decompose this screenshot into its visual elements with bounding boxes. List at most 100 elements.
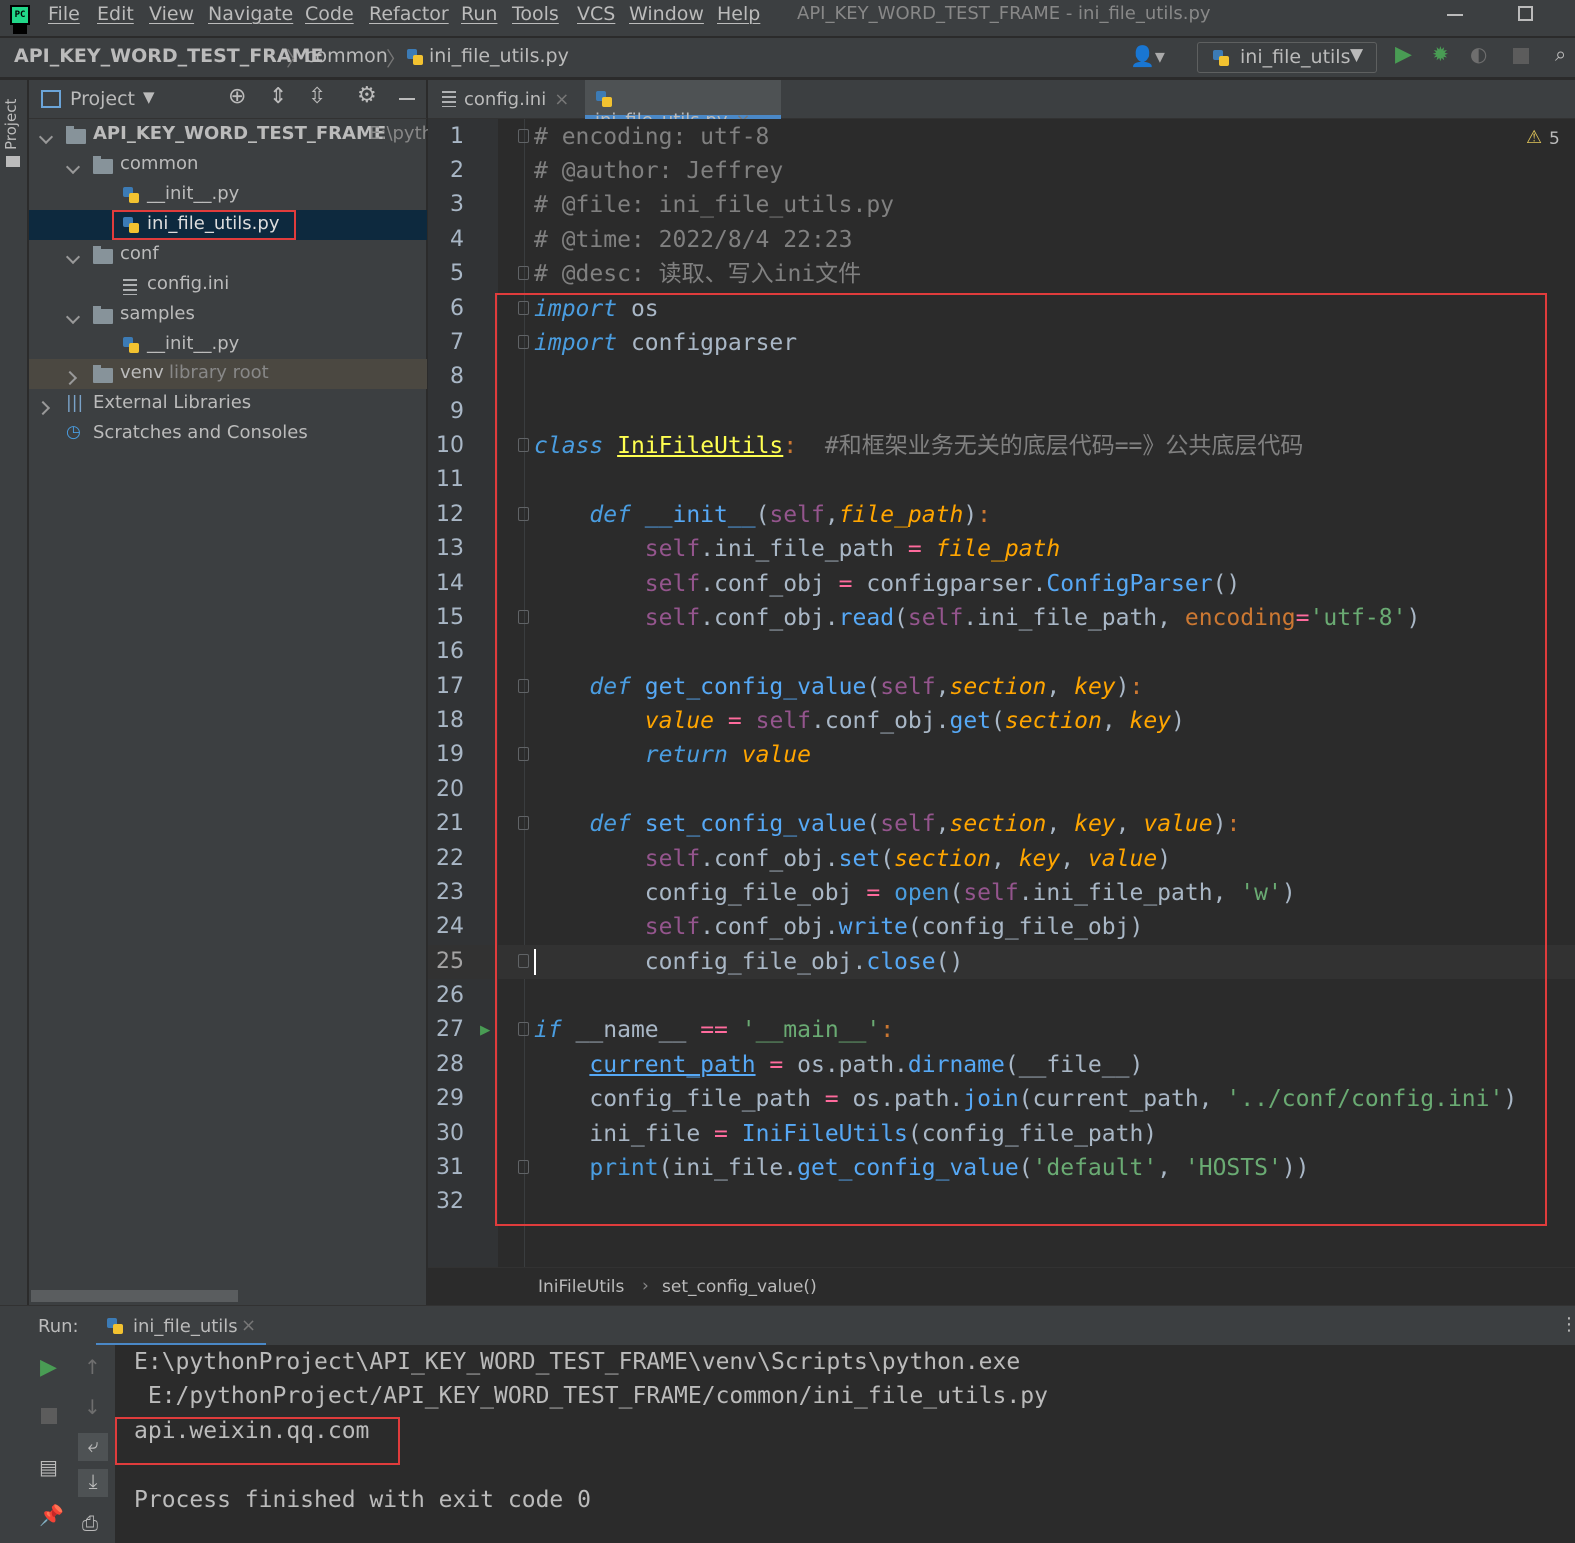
breadcrumb-separator: ›	[642, 1276, 649, 1296]
hide-panel-icon[interactable]	[399, 98, 415, 100]
run-configuration-select[interactable]: ini_file_utils ▼	[1197, 42, 1377, 73]
tree-item-label: External Libraries	[93, 392, 252, 413]
menu-help[interactable]: Help	[717, 3, 760, 25]
tree-item-scratches[interactable]: ◷ Scratches and Consoles	[29, 419, 427, 449]
python-icon	[1212, 49, 1230, 71]
code-line: 3 # @file: ini_file_utils.py	[450, 192, 895, 218]
tree-item-config-ini[interactable]: config.ini	[29, 270, 427, 300]
breadcrumb-project[interactable]: API_KEY_WORD_TEST_FRAME	[14, 45, 323, 67]
arrow-down-icon[interactable]: ↓	[84, 1395, 101, 1419]
run-panel-header: Run: ini_file_utils × ⋮	[0, 1305, 1575, 1346]
tree-item-label: __init__.py	[147, 183, 240, 204]
stop-icon[interactable]	[1513, 48, 1529, 64]
highlight-box	[112, 210, 296, 240]
run-tab-label: ini_file_utils	[133, 1316, 238, 1337]
editor-breadcrumb: IniFileUtils › set_config_value()	[428, 1267, 1575, 1305]
menu-tools[interactable]: Tools	[512, 3, 559, 25]
folder-icon	[66, 126, 86, 144]
run-gutter-icon[interactable]: ▶	[480, 1013, 490, 1047]
print-icon[interactable]: ⎙	[82, 1511, 98, 1535]
tree-item-label: Scratches and Consoles	[93, 422, 308, 443]
project-view-label[interactable]: Project	[70, 88, 135, 110]
folder-icon	[93, 365, 113, 383]
tab-label: config.ini	[464, 89, 547, 110]
run-label: Run:	[38, 1316, 79, 1337]
folder-icon	[6, 156, 20, 167]
close-icon[interactable]: ×	[554, 89, 569, 110]
code-line: 2 # @author: Jeffrey	[450, 158, 784, 184]
menu-navigate[interactable]: Navigate	[208, 3, 293, 25]
chevron-down-icon[interactable]: ▼	[143, 88, 155, 106]
maximize-button[interactable]	[1518, 6, 1533, 21]
coverage-icon[interactable]: ◐	[1470, 42, 1487, 66]
run-tab[interactable]: ini_file_utils ×	[96, 1306, 266, 1346]
chevron-down-icon	[65, 159, 81, 175]
tree-item-common[interactable]: common	[29, 150, 427, 180]
chevron-down-icon	[65, 309, 81, 325]
layout-icon[interactable]: ▤	[39, 1455, 58, 1479]
tab-config-ini[interactable]: config.ini ×	[432, 80, 580, 119]
breadcrumb-file[interactable]: ini_file_utils.py	[429, 45, 569, 67]
run-toolbar: ▶ ▤ 📌	[28, 1345, 72, 1543]
tab-ini-file-utils[interactable]: ini_file_utils.py×	[585, 80, 781, 131]
tool-window-strip	[0, 1345, 28, 1543]
library-icon: |||	[66, 393, 84, 413]
code-line: 4 # @time: 2022/8/4 22:23	[450, 227, 853, 253]
expand-all-icon[interactable]: ⇕	[269, 84, 287, 109]
scroll-to-end-icon[interactable]: ⤓	[78, 1469, 108, 1497]
folder-icon	[93, 156, 113, 174]
minimize-button[interactable]	[1447, 14, 1463, 16]
breadcrumb-class[interactable]: IniFileUtils	[538, 1277, 624, 1297]
tree-item-label: venv	[120, 362, 164, 383]
stop-icon[interactable]	[41, 1408, 57, 1424]
menu-view[interactable]: View	[149, 3, 194, 25]
run-configuration-label: ini_file_utils	[1240, 46, 1351, 68]
tree-item-venv[interactable]: venv library root	[29, 359, 427, 389]
tree-root[interactable]: API_KEY_WORD_TEST_FRAME E:\pyth	[29, 120, 433, 150]
run-icon[interactable]: ▶	[1395, 42, 1412, 67]
debug-icon[interactable]: ✹	[1432, 42, 1449, 66]
tree-item-init-py[interactable]: __init__.py	[29, 330, 427, 360]
chevron-down-icon: ▼	[1350, 45, 1364, 65]
user-icon[interactable]: 👤▾	[1130, 44, 1165, 68]
tree-item-conf[interactable]: conf	[29, 240, 427, 270]
highlight-box	[115, 1417, 400, 1465]
menu-code[interactable]: Code	[305, 3, 354, 25]
navigation-bar: API_KEY_WORD_TEST_FRAME 〉 common 〉 ini_f…	[0, 38, 1575, 78]
menu-file[interactable]: File	[48, 3, 80, 25]
menu-refactor[interactable]: Refactor	[369, 3, 449, 25]
horizontal-scrollbar[interactable]	[31, 1290, 238, 1302]
folder-icon	[93, 306, 113, 324]
more-icon[interactable]: ⋮	[1560, 1314, 1575, 1335]
project-panel-header: Project ▼ ⊕ ⇕ ⇳ ⚙	[29, 80, 427, 119]
highlight-box	[495, 293, 1547, 1226]
chevron-right-icon	[62, 370, 78, 386]
menu-run[interactable]: Run	[461, 3, 497, 25]
arrow-up-icon[interactable]: ↑	[84, 1355, 101, 1379]
gear-icon[interactable]: ⚙	[357, 83, 377, 108]
search-icon[interactable]: ⌕	[1555, 42, 1566, 66]
close-icon[interactable]: ×	[241, 1315, 256, 1336]
tree-item-note: library root	[169, 362, 269, 383]
tree-item-samples[interactable]: samples	[29, 300, 427, 330]
ini-file-icon	[123, 279, 137, 295]
tree-item-external-libraries[interactable]: ||| External Libraries	[29, 389, 427, 419]
rerun-icon[interactable]: ▶	[40, 1355, 57, 1380]
soft-wrap-icon[interactable]: ⤶	[78, 1433, 108, 1461]
pin-icon[interactable]: 📌	[39, 1503, 64, 1527]
folder-icon	[93, 246, 113, 264]
chevron-down-icon	[38, 129, 54, 145]
locate-icon[interactable]: ⊕	[228, 84, 246, 109]
menu-window[interactable]: Window	[629, 3, 704, 25]
tree-item-init-py[interactable]: __init__.py	[29, 180, 427, 210]
project-tool-tab[interactable]: Project	[2, 90, 26, 150]
breadcrumb-separator: 〉	[286, 47, 306, 71]
collapse-all-icon[interactable]: ⇳	[308, 84, 326, 109]
run-toolbar-secondary: ↑ ↓ ⤶ ⤓ ⎙	[72, 1345, 116, 1543]
breadcrumb-common[interactable]: common	[305, 45, 388, 67]
tree-item-label: samples	[120, 303, 195, 324]
breadcrumb-method[interactable]: set_config_value()	[662, 1277, 817, 1297]
menu-vcs[interactable]: VCS	[577, 3, 615, 25]
project-view-icon	[41, 90, 61, 108]
menu-edit[interactable]: Edit	[97, 3, 134, 25]
